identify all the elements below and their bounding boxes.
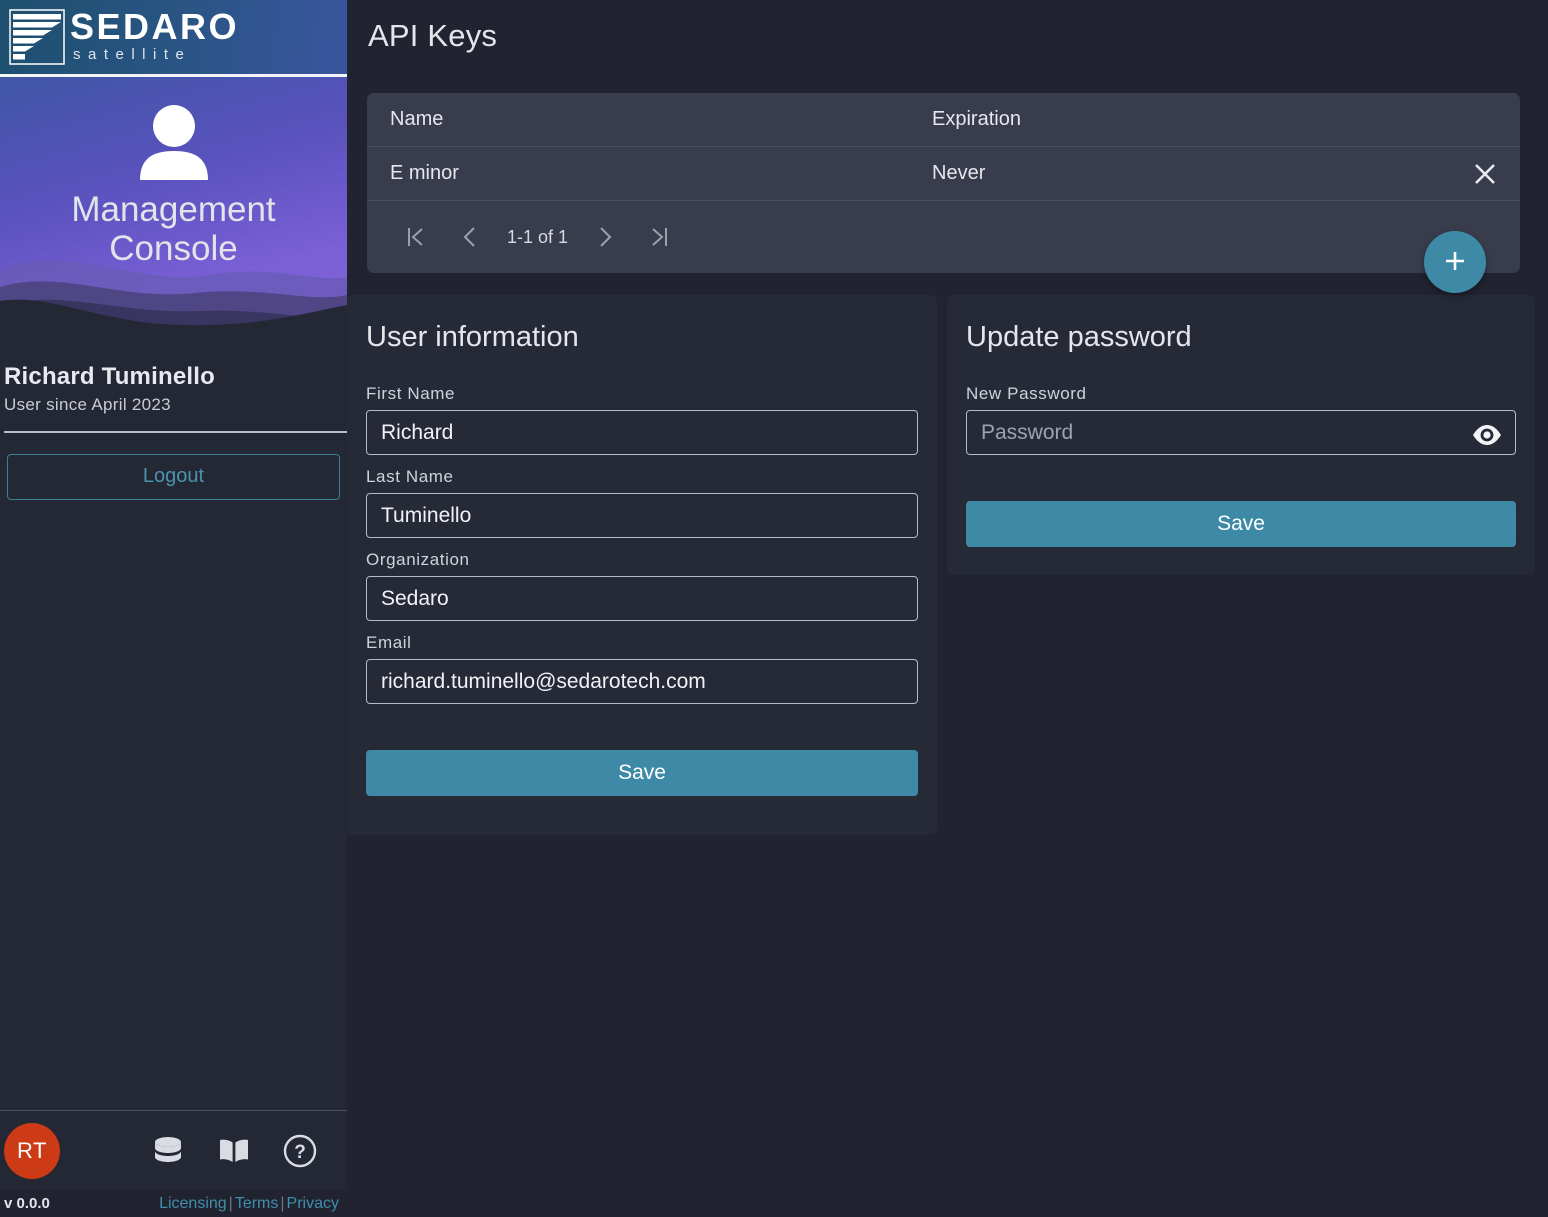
brand-header: SEDARO satellite: [0, 0, 347, 77]
first-name-field-group: First Name: [366, 384, 918, 455]
licensing-link[interactable]: Licensing: [159, 1195, 227, 1212]
new-password-field-group: New Password: [966, 384, 1516, 455]
chevron-left-icon[interactable]: [443, 215, 497, 259]
update-password-title: Update password: [966, 321, 1192, 353]
column-header-name: Name: [367, 93, 912, 147]
save-user-information-button[interactable]: Save: [366, 750, 918, 796]
user-information-title: User information: [366, 321, 579, 353]
table-body: E minor Never: [367, 146, 1520, 201]
footer-icon-group: ?: [148, 1131, 334, 1171]
version-label: v 0.0.0: [4, 1195, 50, 1212]
last-name-input[interactable]: [366, 493, 918, 538]
last-name-label: Last Name: [366, 467, 454, 486]
close-icon[interactable]: [1465, 154, 1505, 194]
table-header-row: Name Expiration: [367, 93, 1520, 147]
organization-label: Organization: [366, 550, 470, 569]
table-row: E minor Never: [367, 146, 1520, 201]
api-keys-table-card: Name Expiration E minor Never 1-1 of 1: [367, 93, 1520, 273]
first-name-label: First Name: [366, 384, 456, 403]
hero-title-line2: Console: [109, 229, 238, 269]
email-label: Email: [366, 633, 412, 652]
update-password-card: Update password New Password Save: [947, 295, 1535, 575]
pagination-range-label: 1-1 of 1: [507, 226, 569, 247]
version-bar: v 0.0.0 Licensing | Terms | Privacy: [0, 1190, 347, 1217]
app-root: SEDARO satellite Management Console Rich…: [0, 0, 1548, 1217]
cell-key-name: E minor: [367, 146, 912, 201]
svg-text:?: ?: [294, 1142, 306, 1163]
table-head: Name Expiration: [367, 93, 1520, 147]
sidebar: SEDARO satellite Management Console Rich…: [0, 0, 347, 1217]
logout-container: Logout: [0, 433, 347, 500]
new-password-input[interactable]: [966, 410, 1516, 455]
organization-field-group: Organization: [366, 550, 918, 621]
organization-input[interactable]: [366, 576, 918, 621]
brand-name: SEDARO: [70, 6, 240, 48]
first-name-input[interactable]: [366, 410, 918, 455]
database-icon[interactable]: [148, 1131, 188, 1171]
legal-separator-1: |: [228, 1194, 233, 1212]
legal-links: Licensing | Terms | Privacy: [159, 1195, 339, 1213]
avatar[interactable]: RT: [4, 1122, 60, 1179]
sidebar-hero: Management Console: [0, 77, 347, 345]
api-keys-table: Name Expiration E minor Never: [367, 93, 1520, 201]
user-name: Richard Tuminello: [4, 363, 215, 390]
user-information-card: User information First Name Last Name Or…: [347, 295, 937, 835]
chevron-right-icon[interactable]: [578, 215, 632, 259]
hero-content: Management Console: [0, 77, 347, 268]
pagination: 1-1 of 1: [367, 201, 1520, 273]
add-api-key-button[interactable]: [1424, 231, 1486, 293]
hero-title-line1: Management: [71, 190, 276, 229]
logout-button[interactable]: Logout: [7, 453, 340, 500]
main-content: API Keys Name Expiration E minor Never 1…: [347, 0, 1548, 1217]
plus-icon: [1440, 246, 1470, 279]
new-password-label: New Password: [966, 384, 1087, 403]
eye-icon[interactable]: [1468, 416, 1506, 454]
legal-separator-2: |: [280, 1194, 285, 1212]
last-page-icon[interactable]: [632, 215, 686, 259]
page-title: API Keys: [368, 18, 498, 53]
save-password-button[interactable]: Save: [966, 501, 1516, 547]
person-icon: [139, 105, 208, 180]
book-icon[interactable]: [214, 1131, 254, 1171]
user-since: User since April 2023: [4, 394, 171, 414]
column-header-actions: [1450, 93, 1520, 147]
cell-key-expiration: Never: [912, 146, 1450, 201]
email-field-group: Email: [366, 633, 918, 704]
user-summary: Richard Tuminello User since April 2023: [0, 345, 347, 433]
column-header-expiration: Expiration: [912, 93, 1450, 147]
sidebar-footer: RT ?: [0, 1110, 347, 1190]
last-name-field-group: Last Name: [366, 467, 918, 538]
hero-title: Management Console: [71, 190, 275, 268]
first-page-icon[interactable]: [389, 215, 443, 259]
terms-link[interactable]: Terms: [235, 1195, 279, 1212]
email-input[interactable]: [366, 659, 918, 704]
cell-actions: [1450, 146, 1520, 201]
brand-subtitle: satellite: [73, 46, 192, 64]
sedaro-stripes-logo-icon: [8, 8, 66, 66]
privacy-link[interactable]: Privacy: [287, 1195, 339, 1212]
brand-wordmark: SEDARO satellite: [70, 9, 239, 65]
help-icon[interactable]: ?: [280, 1131, 320, 1171]
